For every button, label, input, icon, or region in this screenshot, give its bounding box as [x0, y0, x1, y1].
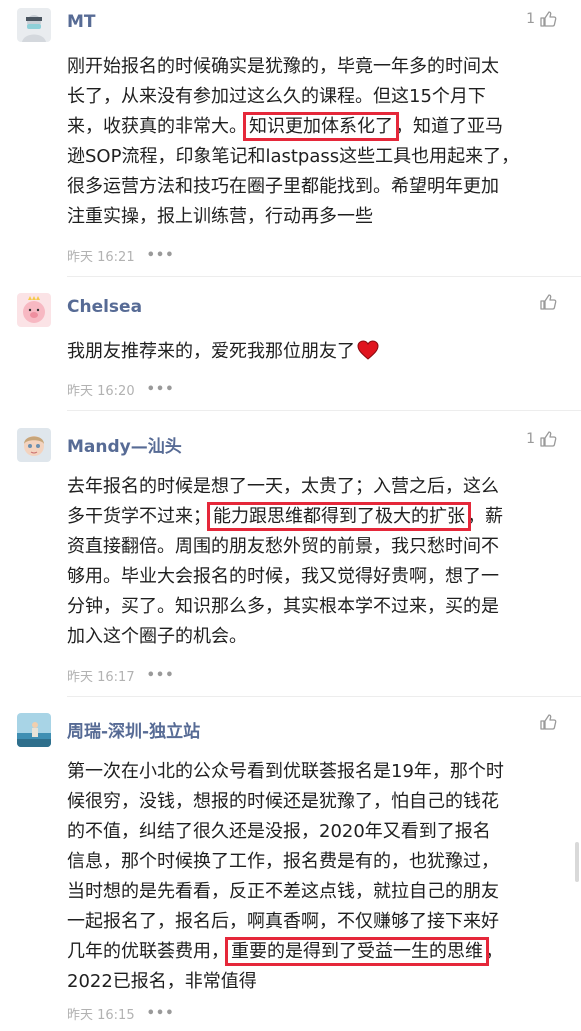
like-button[interactable]: 1 — [526, 10, 557, 28]
comment-text: 刚开始报名的时候确实是犹豫的，毕竟一年多的时间太 长了，从来没有参加过这么久的课程… — [67, 52, 557, 232]
text-segment: 我朋友推荐来的，爱死我那位朋友了 — [67, 341, 355, 362]
more-options-icon[interactable]: ••• — [147, 248, 175, 263]
comment-text-line: 很多运营方法和技巧在圈子里都能找到。希望明年更加 — [67, 172, 557, 202]
comment-text-line: 的不值，纠结了很久还是没报，2020年又看到了报名 — [67, 817, 557, 847]
comment-text-line: 第一次在小北的公众号看到优联荟报名是19年，那个时 — [67, 757, 557, 787]
like-button[interactable] — [535, 713, 557, 731]
like-count: 1 — [526, 11, 535, 27]
thumbs-up-icon — [539, 713, 557, 731]
text-segment: 一起报名了，报名后，啊真香啊，不仅赚够了接下来好 — [67, 911, 499, 932]
text-segment: ，知道了亚马 — [395, 116, 503, 137]
text-segment: 第一次在小北的公众号看到优联荟报名是19年，那个时 — [67, 761, 504, 782]
comment-text-line: 候很穷，没钱，想报的时候还是犹豫了，怕自己的钱花 — [67, 787, 557, 817]
comment-text-line: 资直接翻倍。周围的朋友愁外贸的前景，我只愁时间不 — [67, 532, 557, 562]
text-segment: 逊SOP流程，印象笔记和lastpass这些工具也用起来了， — [67, 146, 520, 167]
commenter-name[interactable]: Chelsea — [67, 297, 142, 317]
thumbs-up-icon — [539, 293, 557, 311]
like-count: 1 — [526, 431, 535, 447]
text-segment: 候很穷，没钱，想报的时候还是犹豫了，怕自己的钱花 — [67, 791, 499, 812]
commenter-name[interactable]: MT — [67, 12, 96, 32]
comment-time: 昨天 16:21 — [67, 250, 135, 265]
comment-text-line: 刚开始报名的时候确实是犹豫的，毕竟一年多的时间太 — [67, 52, 557, 82]
avatar[interactable] — [17, 713, 51, 747]
like-button[interactable]: 1 — [526, 430, 557, 448]
text-segment: 去年报名的时候是想了一天，太贵了；入营之后，这么 — [67, 476, 499, 497]
text-segment: 分钟，买了。知识那么多，其实根本学不过来，买的是 — [67, 596, 499, 617]
comment-text-line: 2022已报名，非常值得 — [67, 967, 557, 997]
comment-text-line: 注重实操，报上训练营，行动再多一些 — [67, 202, 557, 232]
avatar[interactable] — [17, 428, 51, 462]
comment-text-line: 分钟，买了。知识那么多，其实根本学不过来，买的是 — [67, 592, 557, 622]
like-button[interactable] — [535, 293, 557, 311]
divider — [67, 410, 581, 411]
text-segment: 很多运营方法和技巧在圈子里都能找到。希望明年更加 — [67, 176, 499, 197]
comment-text: 第一次在小北的公众号看到优联荟报名是19年，那个时 候很穷，没钱，想报的时候还是犹… — [67, 757, 557, 997]
text-segment: 几年的优联荟费用， — [67, 941, 229, 962]
text-segment: 当时想的是先看看，反正不差这点钱，就拉自己的朋友 — [67, 881, 499, 902]
comment-text-line: 信息，那个时候换了工作，报名费是有的，也犹豫过， — [67, 847, 557, 877]
highlighted-phrase: 知识更加体系化了 — [243, 112, 399, 141]
highlighted-phrase: 重要的是得到了受益一生的思维 — [225, 937, 489, 966]
comment-meta: 昨天 16:17 ••• — [67, 666, 175, 685]
text-segment: 长了，从来没有参加过这么久的课程。但这15个月下 — [67, 86, 486, 107]
comment-text-line: 去年报名的时候是想了一天，太贵了；入营之后，这么 — [67, 472, 557, 502]
text-segment: 刚开始报名的时候确实是犹豫的，毕竟一年多的时间太 — [67, 56, 499, 77]
divider — [67, 696, 581, 697]
comment-meta: 昨天 16:20 ••• — [67, 380, 175, 399]
comment-text: 我朋友推荐来的，爱死我那位朋友了 — [67, 337, 557, 367]
more-options-icon[interactable]: ••• — [147, 1006, 175, 1021]
comment-text-line: 加入这个圈子的机会。 — [67, 622, 557, 652]
text-segment: 多干货学不过来； — [67, 506, 211, 527]
comment-text-line: 我朋友推荐来的，爱死我那位朋友了 — [67, 337, 557, 367]
text-segment: 资直接翻倍。周围的朋友愁外贸的前景，我只愁时间不 — [67, 536, 499, 557]
heart-emoji-icon — [357, 340, 379, 370]
comment-text-line: 多干货学不过来； 能力跟思维都得到了极大的扩张 ，薪 — [67, 502, 557, 532]
text-segment: 信息，那个时候换了工作，报名费是有的，也犹豫过， — [67, 851, 499, 872]
text-segment: ，薪 — [467, 506, 503, 527]
comment-text-line: 当时想的是先看看，反正不差这点钱，就拉自己的朋友 — [67, 877, 557, 907]
comment-text-line: 逊SOP流程，印象笔记和lastpass这些工具也用起来了， — [67, 142, 557, 172]
comment-meta: 昨天 16:15 ••• — [67, 1004, 175, 1023]
scrollbar[interactable] — [575, 842, 579, 882]
avatar[interactable] — [17, 293, 51, 327]
text-segment: 加入这个圈子的机会。 — [67, 626, 247, 647]
text-segment: 注重实操，报上训练营，行动再多一些 — [67, 206, 373, 227]
divider — [67, 276, 581, 277]
comment-text-line: 来，收获真的非常大。 知识更加体系化了 ，知道了亚马 — [67, 112, 557, 142]
comment-text-line: 长了，从来没有参加过这么久的课程。但这15个月下 — [67, 82, 557, 112]
more-options-icon[interactable]: ••• — [147, 382, 175, 397]
text-segment: 的不值，纠结了很久还是没报，2020年又看到了报名 — [67, 821, 491, 842]
commenter-name[interactable]: 周瑞-深圳-独立站 — [67, 717, 200, 742]
text-segment: 够用。毕业大会报名的时候，我又觉得好贵啊，想了一 — [67, 566, 499, 587]
commenter-name[interactable]: Mandy—汕头 — [67, 432, 182, 457]
comment-text-line: 够用。毕业大会报名的时候，我又觉得好贵啊，想了一 — [67, 562, 557, 592]
comment-text-line: 几年的优联荟费用， 重要的是得到了受益一生的思维， — [67, 937, 557, 967]
avatar[interactable] — [17, 8, 51, 42]
text-segment: ， — [485, 941, 503, 962]
highlighted-phrase: 能力跟思维都得到了极大的扩张 — [207, 502, 471, 531]
comment-time: 昨天 16:15 — [67, 1008, 135, 1023]
more-options-icon[interactable]: ••• — [147, 668, 175, 683]
thumbs-up-icon — [539, 430, 557, 448]
text-segment: 来，收获真的非常大。 — [67, 116, 247, 137]
comment-time: 昨天 16:17 — [67, 670, 135, 685]
thumbs-up-icon — [539, 10, 557, 28]
comment-meta: 昨天 16:21 ••• — [67, 246, 175, 265]
comment-text: 去年报名的时候是想了一天，太贵了；入营之后，这么 多干货学不过来； 能力跟思维都得到… — [67, 472, 557, 652]
comment-text-line: 一起报名了，报名后，啊真香啊，不仅赚够了接下来好 — [67, 907, 557, 937]
comment-time: 昨天 16:20 — [67, 384, 135, 399]
text-segment: 2022已报名，非常值得 — [67, 971, 257, 992]
